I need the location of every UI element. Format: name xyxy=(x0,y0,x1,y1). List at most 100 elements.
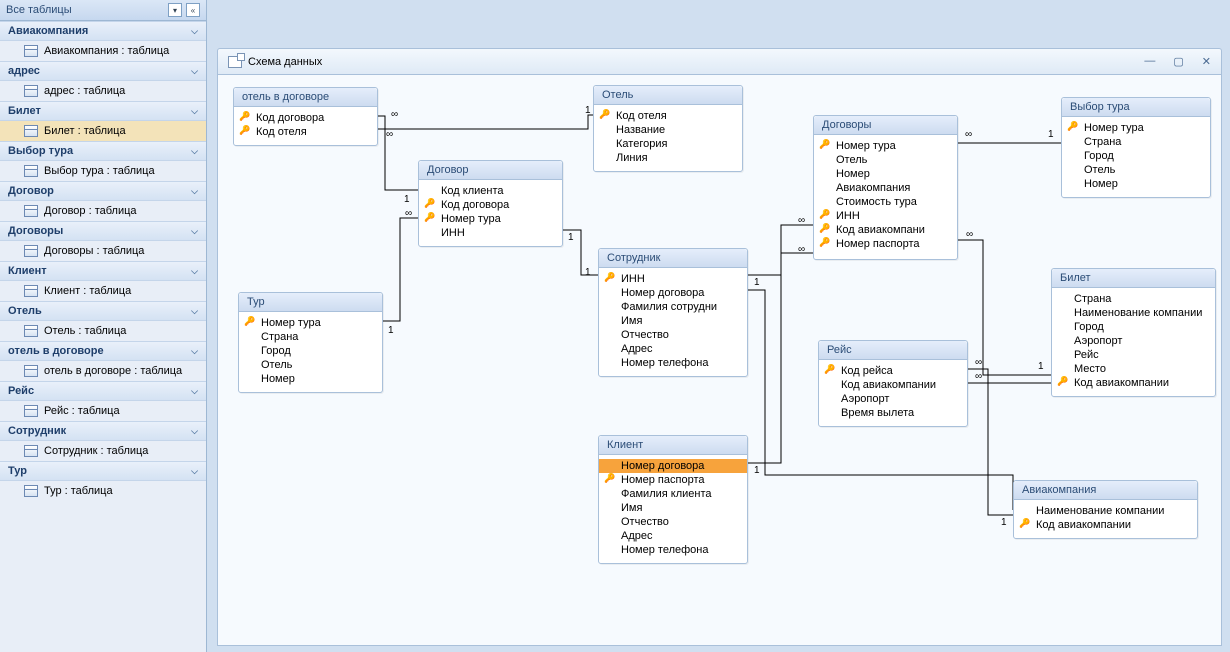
field[interactable]: Код рейса xyxy=(819,364,967,378)
field[interactable] xyxy=(814,251,957,253)
entity-title[interactable]: Авиакомпания xyxy=(1014,481,1197,500)
field[interactable]: Аэропорт xyxy=(1052,334,1215,348)
entity-title[interactable]: Выбор тура xyxy=(1062,98,1210,117)
field[interactable]: Время вылета xyxy=(819,406,967,420)
entity-avia[interactable]: АвиакомпанияНаименование компанииКод ави… xyxy=(1013,480,1198,539)
restore-icon[interactable]: ▢ xyxy=(1173,55,1183,68)
field[interactable]: Номер xyxy=(239,372,382,386)
entity-tur[interactable]: Тур Номер тураСтранаГородОтельНомер xyxy=(238,292,383,393)
entity-otel[interactable]: ОтельКод отеляНазваниеКатегорияЛиния xyxy=(593,85,743,172)
close-icon[interactable]: ✕ xyxy=(1202,55,1211,68)
document-tab[interactable]: Схема данных — ▢ ✕ xyxy=(217,48,1222,74)
field[interactable]: Номер тура xyxy=(419,212,562,226)
entity-title[interactable]: Клиент xyxy=(599,436,747,455)
field[interactable]: Отель xyxy=(239,358,382,372)
field[interactable]: Код авиакомпании xyxy=(1052,376,1215,390)
collapse-glyph-icon[interactable]: ⌵ xyxy=(191,466,198,477)
field[interactable]: Наименование компании xyxy=(1052,306,1215,320)
field[interactable]: Код клиента xyxy=(419,184,562,198)
relationships-canvas[interactable]: 1∞∞11∞111∞1∞∞1∞1∞1∞ отель в договореКод … xyxy=(217,74,1222,646)
collapse-glyph-icon[interactable]: ⌵ xyxy=(191,66,198,77)
field[interactable]: ИНН xyxy=(599,272,747,286)
field[interactable]: Город xyxy=(239,344,382,358)
field[interactable]: Место xyxy=(1052,362,1215,376)
field[interactable]: Рейс xyxy=(1052,348,1215,362)
field[interactable]: Город xyxy=(1062,149,1210,163)
entity-title[interactable]: отель в договоре xyxy=(234,88,377,107)
field[interactable]: Номер договора xyxy=(599,286,747,300)
field[interactable]: Код отеля xyxy=(594,109,742,123)
field[interactable]: Страна xyxy=(1062,135,1210,149)
entity-title[interactable]: Договор xyxy=(419,161,562,180)
nav-item-bilet[interactable]: Билет : таблица xyxy=(0,121,206,141)
group-header-oteldog[interactable]: отель в договоре⌵ xyxy=(0,341,206,361)
collapse-glyph-icon[interactable]: ⌵ xyxy=(191,146,198,157)
field[interactable]: Страна xyxy=(239,330,382,344)
field[interactable]: Страна xyxy=(1052,292,1215,306)
field[interactable]: Код авиакомпании xyxy=(819,378,967,392)
collapse-glyph-icon[interactable]: ⌵ xyxy=(191,306,198,317)
nav-item-klient[interactable]: Клиент : таблица xyxy=(0,281,206,301)
field[interactable]: Номер паспорта xyxy=(814,237,957,251)
field[interactable]: ИНН xyxy=(419,226,562,240)
field[interactable]: Номер договора xyxy=(599,459,747,473)
dropdown-icon[interactable]: ▾ xyxy=(168,3,182,17)
field[interactable]: Отчество xyxy=(599,515,747,529)
field[interactable]: Код авиакомпани xyxy=(814,223,957,237)
nav-item-address[interactable]: адрес : таблица xyxy=(0,81,206,101)
entity-reis[interactable]: Рейс Код рейсаКод авиакомпанииАэропортВре… xyxy=(818,340,968,427)
entity-oteldog[interactable]: отель в договореКод договораКод отеля xyxy=(233,87,378,146)
field[interactable]: Авиакомпания xyxy=(814,181,957,195)
collapse-glyph-icon[interactable]: ⌵ xyxy=(191,386,198,397)
entity-vybor[interactable]: Выбор тура Номер тураСтранаГородОтельНоме… xyxy=(1061,97,1211,198)
entity-dogovor[interactable]: Договор Код клиентаКод договораНомер тура… xyxy=(418,160,563,247)
field[interactable]: Адрес xyxy=(599,342,747,356)
field[interactable]: Стоимость тура xyxy=(814,195,957,209)
group-header-reis[interactable]: Рейс⌵ xyxy=(0,381,206,401)
field[interactable]: Номер тура xyxy=(1062,121,1210,135)
entity-dogovory[interactable]: ДоговорыНомер тураОтельНомерАвиакомпания… xyxy=(813,115,958,260)
field[interactable]: Наименование компании xyxy=(1014,504,1197,518)
nav-item-sotrudnik[interactable]: Сотрудник : таблица xyxy=(0,441,206,461)
field[interactable]: Отель xyxy=(1062,163,1210,177)
group-header-vybor[interactable]: Выбор тура⌵ xyxy=(0,141,206,161)
field[interactable]: Код договора xyxy=(419,198,562,212)
nav-item-vybor[interactable]: Выбор тура : таблица xyxy=(0,161,206,181)
field[interactable]: Категория xyxy=(594,137,742,151)
entity-title[interactable]: Сотрудник xyxy=(599,249,747,268)
nav-header[interactable]: Все таблицы ▾ « xyxy=(0,0,206,21)
group-header-sotrudnik[interactable]: Сотрудник⌵ xyxy=(0,421,206,441)
field[interactable]: Номер телефона xyxy=(599,543,747,557)
field[interactable]: Номер телефона xyxy=(599,356,747,370)
field[interactable]: Фамилия клиента xyxy=(599,487,747,501)
entity-title[interactable]: Билет xyxy=(1052,269,1215,288)
group-header-tur[interactable]: Тур⌵ xyxy=(0,461,206,481)
field[interactable]: Номер тура xyxy=(239,316,382,330)
field[interactable]: Аэропорт xyxy=(819,392,967,406)
field[interactable]: Номер xyxy=(1062,177,1210,191)
group-header-bilet[interactable]: Билет⌵ xyxy=(0,101,206,121)
nav-item-tur[interactable]: Тур : таблица xyxy=(0,481,206,501)
field[interactable]: Номер паспорта xyxy=(599,473,747,487)
group-header-aviacompany[interactable]: Авиакомпания⌵ xyxy=(0,21,206,41)
collapse-glyph-icon[interactable]: ⌵ xyxy=(191,266,198,277)
group-header-address[interactable]: адрес⌵ xyxy=(0,61,206,81)
field[interactable]: Номер xyxy=(814,167,957,181)
group-header-dogovor[interactable]: Договор⌵ xyxy=(0,181,206,201)
entity-title[interactable]: Рейс xyxy=(819,341,967,360)
nav-item-dogovory[interactable]: Договоры : таблица xyxy=(0,241,206,261)
field[interactable]: Город xyxy=(1052,320,1215,334)
field[interactable]: Номер тура xyxy=(814,139,957,153)
collapse-glyph-icon[interactable]: ⌵ xyxy=(191,106,198,117)
field[interactable]: Линия xyxy=(594,151,742,165)
nav-item-otel[interactable]: Отель : таблица xyxy=(0,321,206,341)
group-header-otel[interactable]: Отель⌵ xyxy=(0,301,206,321)
minimize-icon[interactable]: — xyxy=(1144,55,1155,68)
field[interactable]: Адрес xyxy=(599,529,747,543)
nav-item-reis[interactable]: Рейс : таблица xyxy=(0,401,206,421)
nav-item-dogovor[interactable]: Договор : таблица xyxy=(0,201,206,221)
entity-title[interactable]: Тур xyxy=(239,293,382,312)
field[interactable]: Фамилия сотрудни xyxy=(599,300,747,314)
group-header-dogovory[interactable]: Договоры⌵ xyxy=(0,221,206,241)
entity-title[interactable]: Договоры xyxy=(814,116,957,135)
